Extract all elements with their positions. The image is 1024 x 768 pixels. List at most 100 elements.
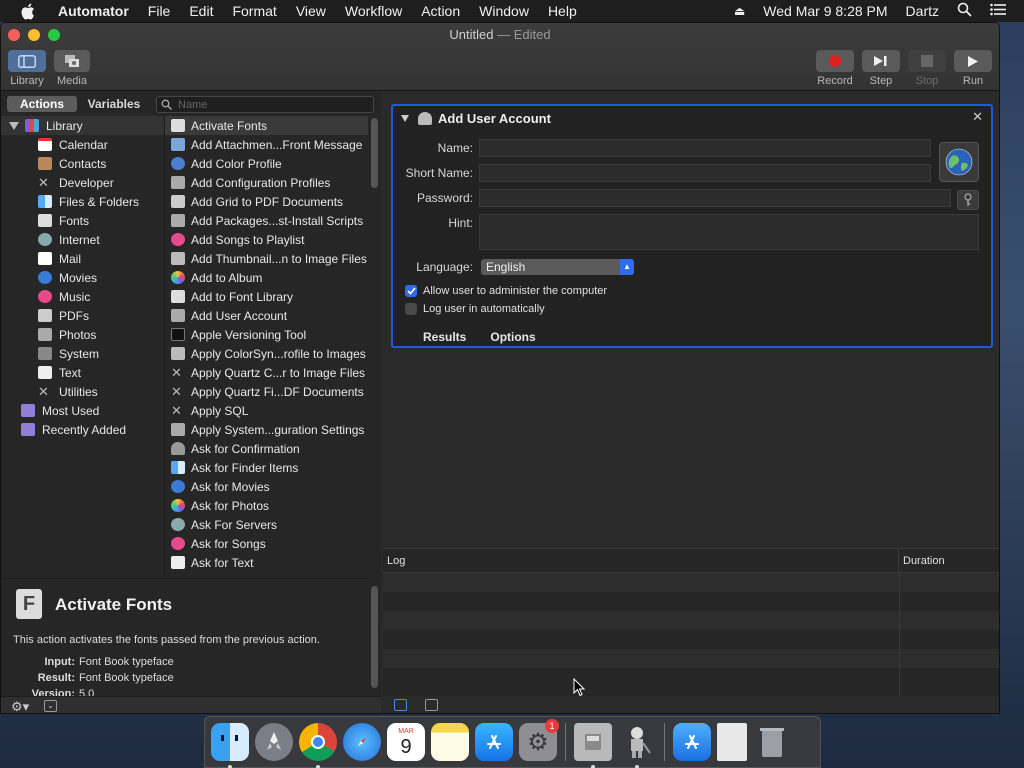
library-toggle-button[interactable]: Library (8, 50, 46, 87)
menu-format[interactable]: Format (232, 3, 276, 19)
category-movies[interactable]: Movies (1, 268, 164, 287)
applications-folder-dock-icon[interactable] (673, 723, 711, 761)
media-button[interactable]: Media (54, 50, 90, 87)
action-search-box[interactable] (156, 96, 374, 113)
category-calendar[interactable]: Calendar (1, 135, 164, 154)
action-search-input[interactable] (178, 98, 368, 111)
menu-edit[interactable]: Edit (189, 3, 213, 19)
options-tab[interactable]: Options (490, 330, 535, 344)
menu-app-name[interactable]: Automator (58, 3, 129, 19)
chrome-dock-icon[interactable] (299, 723, 337, 768)
gear-menu-icon[interactable]: ⚙▾ (11, 699, 29, 713)
automator-dock-icon[interactable] (618, 723, 656, 768)
category-developer[interactable]: ✕ Developer (1, 173, 164, 192)
results-tab[interactable]: Results (423, 330, 466, 344)
run-button[interactable]: Run (954, 50, 992, 87)
list-item[interactable]: Add Grid to PDF Documents (165, 192, 368, 211)
menu-view[interactable]: View (296, 3, 326, 19)
list-item[interactable]: Add Songs to Playlist (165, 230, 368, 249)
list-item[interactable]: Ask for Finder Items (165, 458, 368, 477)
list-item[interactable]: Ask for Photos (165, 496, 368, 515)
category-contacts[interactable]: Contacts (1, 154, 164, 173)
record-button[interactable]: Record (816, 50, 854, 87)
menu-clock[interactable]: Wed Mar 9 8:28 PM (763, 3, 887, 19)
list-item[interactable]: Apply ColorSyn...rofile to Images (165, 344, 368, 363)
list-item[interactable]: Ask for Songs (165, 534, 368, 553)
user-picture-button[interactable] (939, 142, 979, 182)
category-internet[interactable]: Internet (1, 230, 164, 249)
list-item[interactable]: Add Attachmen...Front Message (165, 135, 368, 154)
tab-variables[interactable]: Variables (77, 96, 151, 112)
list-item[interactable]: Ask For Servers (165, 515, 368, 534)
name-field[interactable] (479, 139, 931, 157)
description-toggle-icon[interactable]: ⌄ (44, 700, 57, 712)
list-item[interactable]: Ask for Movies (165, 477, 368, 496)
autologin-checkbox[interactable]: Log user in automatically (405, 303, 545, 315)
admin-checkbox[interactable]: Allow user to administer the computer (405, 285, 607, 297)
category-text[interactable]: Text (1, 363, 164, 382)
duration-column-header[interactable]: Duration (899, 555, 945, 567)
category-utilities[interactable]: ✕ Utilities (1, 382, 164, 401)
category-pdfs[interactable]: PDFs (1, 306, 164, 325)
language-select[interactable]: English ▲ (481, 259, 634, 275)
list-item[interactable]: Apple Versioning Tool (165, 325, 368, 344)
app-store-dock-icon[interactable] (475, 723, 513, 761)
log-column-header[interactable]: Log (383, 549, 899, 572)
finder-dock-icon[interactable] (211, 723, 249, 768)
menu-workflow[interactable]: Workflow (345, 3, 402, 19)
description-scrollbar[interactable] (371, 586, 378, 688)
list-item[interactable]: Add Color Profile (165, 154, 368, 173)
library-root[interactable]: Library (1, 116, 164, 135)
smart-group-most-used[interactable]: Most Used (1, 401, 164, 420)
list-item[interactable]: ✕ Apply Quartz Fi...DF Documents (165, 382, 368, 401)
password-field[interactable] (479, 189, 951, 207)
list-item[interactable]: Ask for Text (165, 553, 368, 572)
menu-window[interactable]: Window (479, 3, 529, 19)
remove-action-icon[interactable]: ✕ (972, 109, 983, 125)
stop-button[interactable]: Stop (908, 50, 946, 87)
hint-field[interactable] (479, 214, 979, 250)
spotlight-search-icon[interactable] (957, 2, 972, 20)
notification-center-icon[interactable] (990, 3, 1006, 19)
tab-actions[interactable]: Actions (7, 96, 77, 112)
safari-dock-icon[interactable] (343, 723, 381, 761)
category-files-folders[interactable]: Files & Folders (1, 192, 164, 211)
notes-dock-icon[interactable] (431, 723, 469, 761)
menu-file[interactable]: File (148, 3, 171, 19)
calendar-dock-icon[interactable]: MAR 9 (387, 723, 425, 761)
list-item[interactable]: Add Packages...st-Install Scripts (165, 211, 368, 230)
checkmark-icon[interactable] (405, 285, 417, 297)
add-user-account-action[interactable]: Add User Account ✕ Name: Short Name: Pas… (391, 104, 993, 348)
category-music[interactable]: Music (1, 287, 164, 306)
password-assistant-button[interactable] (957, 190, 979, 210)
list-item[interactable]: ✕ Apply Quartz C...r to Image Files (165, 363, 368, 382)
menu-action[interactable]: Action (421, 3, 460, 19)
system-preferences-dock-icon[interactable]: ⚙ 1 (519, 719, 559, 761)
launchpad-dock-icon[interactable] (255, 723, 293, 761)
category-fonts[interactable]: Fonts (1, 211, 164, 230)
step-button[interactable]: Step (862, 50, 900, 87)
category-mail[interactable]: Mail (1, 249, 164, 268)
list-item[interactable]: Apply System...guration Settings (165, 420, 368, 439)
menu-help[interactable]: Help (548, 3, 577, 19)
category-photos[interactable]: Photos (1, 325, 164, 344)
list-item[interactable]: Ask for Confirmation (165, 439, 368, 458)
smart-group-recently-added[interactable]: Recently Added (1, 420, 164, 439)
eject-icon[interactable]: ⏏ (734, 4, 745, 18)
document-dock-icon[interactable] (717, 723, 747, 761)
list-item[interactable]: Activate Fonts (165, 116, 368, 135)
list-view-icon[interactable] (394, 699, 407, 711)
list-item[interactable]: Add User Account (165, 306, 368, 325)
column-view-icon[interactable] (425, 699, 438, 711)
trash-dock-icon[interactable] (753, 723, 791, 761)
installer-dock-icon[interactable] (574, 723, 612, 768)
category-system[interactable]: System (1, 344, 164, 363)
apple-menu-icon[interactable] (20, 3, 38, 20)
menu-user[interactable]: Dartz (906, 3, 939, 19)
list-item[interactable]: ✕ Apply SQL (165, 401, 368, 420)
short-name-field[interactable] (479, 164, 931, 182)
list-item[interactable]: Add Configuration Profiles (165, 173, 368, 192)
action-list-scrollbar[interactable] (371, 118, 378, 188)
disclosure-triangle-icon[interactable] (9, 121, 19, 130)
collapse-triangle-icon[interactable] (401, 114, 409, 122)
